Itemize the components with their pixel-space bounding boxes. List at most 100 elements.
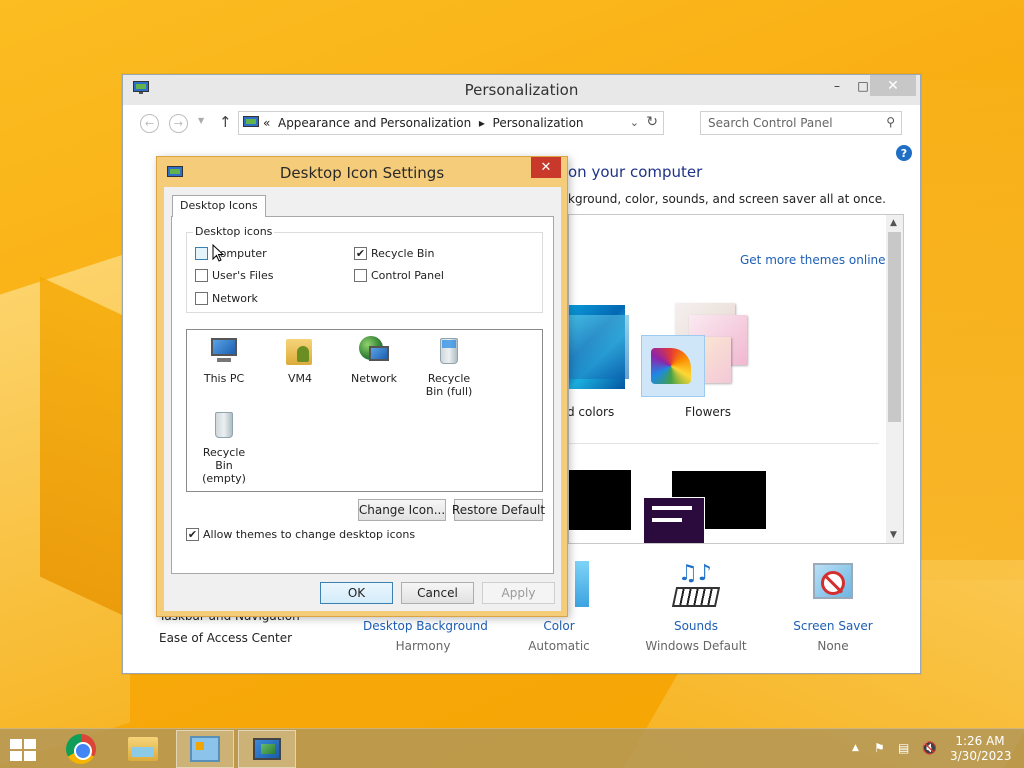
section-divider [569,443,879,444]
get-more-themes-link[interactable]: Get more themes online [740,253,886,267]
dialog-close-button[interactable]: ✕ [531,157,561,178]
show-hidden-icons[interactable]: ▲ [852,743,859,753]
screen-saver-item[interactable]: Screen Saver None [787,561,879,653]
icon-recycle-bin-empty[interactable]: Recycle Bin (empty) [189,408,259,485]
users-files-checkbox[interactable]: User's Files [195,269,273,282]
dialog-title: Desktop Icon Settings [279,164,445,182]
checkbox-box[interactable]: ✔ [354,247,367,260]
desktop-icons-list[interactable]: This PC VM4 Network Recycle Bin (full) R… [186,329,543,492]
music-note-icon: ♫♪ [678,561,712,586]
search-icon[interactable]: ⚲ [886,115,895,129]
chrome-icon [66,734,96,764]
checkbox-label: Allow themes to change desktop icons [203,528,416,541]
breadcrumb-arrow-icon[interactable]: ▸ [479,116,485,130]
screen-saver-link[interactable]: Screen Saver [787,619,879,633]
refresh-icon[interactable]: ↻ [646,114,658,130]
color-swatch [575,561,589,607]
scroll-up-icon[interactable]: ▲ [890,218,897,228]
themes-list[interactable]: Get more themes online d colors Flowers … [568,214,904,544]
icon-user-folder[interactable]: VM4 [265,334,335,385]
breadcrumb-appearance[interactable]: Appearance and Personalization [278,116,471,130]
screen-saver-icon [807,561,859,613]
close-button[interactable]: ✕ [870,75,916,96]
scroll-down-icon[interactable]: ▼ [890,530,897,540]
taskbar-personalization[interactable] [238,730,296,768]
icon-recycle-bin-full[interactable]: Recycle Bin (full) [414,334,484,398]
search-box[interactable]: Search Control Panel ⚲ [700,111,902,135]
start-button[interactable] [10,739,38,761]
monitor-base [217,358,231,362]
breadcrumb-personalization[interactable]: Personalization [493,116,584,130]
checkbox-label: Control Panel [371,269,444,282]
window-title: Personalization [464,81,579,99]
computer-checkbox[interactable]: Computer [195,247,267,260]
apply-button[interactable]: Apply [482,582,555,604]
color-link[interactable]: Color [519,619,599,633]
high-contrast-theme[interactable] [569,470,631,530]
recycle-bin-checkbox[interactable]: ✔ Recycle Bin [354,247,434,260]
cancel-button[interactable]: Cancel [401,582,474,604]
high-contrast-theme-preview[interactable] [643,497,705,543]
volume-muted-icon[interactable]: 🔇 [922,741,937,755]
up-button[interactable]: ↑ [219,113,232,131]
help-icon[interactable]: ? [896,145,912,161]
network-icon [357,334,391,368]
address-bar[interactable]: « Appearance and Personalization ▸ Perso… [238,111,664,135]
sounds-icon: ♫♪ [670,561,722,613]
checkbox-box[interactable] [354,269,367,282]
taskbar-control-panel[interactable] [176,730,234,768]
control-panel-checkbox[interactable]: Control Panel [354,269,444,282]
icon-this-pc[interactable]: This PC [189,334,259,385]
taskbar-file-explorer[interactable] [114,730,172,768]
network-checkbox[interactable]: Network [195,292,258,305]
checkbox-label: Network [212,292,258,305]
allow-themes-checkbox[interactable]: ✔ Allow themes to change desktop icons [186,528,415,541]
icon-label: VM4 [287,372,312,385]
monitor-shape [211,338,237,356]
restore-default-button[interactable]: Restore Default [452,499,545,521]
desktop-background-link[interactable]: Desktop Background [363,619,488,633]
icon-network[interactable]: Network [339,334,409,385]
icon-label: Recycle Bin (full) [425,372,473,398]
recycle-bin-full-icon [432,334,466,368]
control-panel-icon [243,116,259,127]
address-dropdown-icon[interactable]: ⌄ [630,116,639,129]
themes-scrollbar[interactable]: ▲ ▼ [886,215,903,543]
scroll-thumb[interactable] [888,232,901,422]
group-label: Desktop icons [193,225,275,238]
tab-desktop-icons[interactable]: Desktop Icons [172,195,266,217]
checkbox-box[interactable] [195,269,208,282]
user-folder-icon [283,334,317,368]
action-center-flag-icon[interactable]: ⚑ [874,741,885,755]
checkbox-box[interactable]: ✔ [186,528,199,541]
change-icon-button[interactable]: Change Icon... [358,499,446,521]
search-input[interactable]: Search Control Panel [708,116,833,130]
checkbox-label: Recycle Bin [371,247,435,260]
back-button[interactable]: ← [140,114,159,133]
taskbar-clock[interactable]: 1:26 AM 3/30/2023 [950,734,1012,764]
network-status-icon[interactable]: ▤ [898,741,909,755]
window-titlebar[interactable]: Personalization – □ ✕ [123,75,920,105]
preview-line [652,518,682,522]
checkbox-box[interactable] [195,247,208,260]
no-symbol-icon [821,571,845,595]
breadcrumb-overflow[interactable]: « [263,116,270,130]
windows-logo-icon [24,739,36,749]
ok-button[interactable]: OK [320,582,393,604]
minimize-button[interactable]: – [824,75,850,96]
color-palette-icon [651,348,691,384]
sounds-link[interactable]: Sounds [643,619,749,633]
file-explorer-icon [128,737,158,761]
forward-button[interactable]: → [169,114,188,133]
ease-of-access-link[interactable]: Ease of Access Center [159,631,300,645]
sounds-item[interactable]: ♫♪ Sounds Windows Default [643,561,749,653]
icon-label: Network [351,372,397,385]
theme-label-flowers: Flowers [685,405,731,419]
screen-saver-value: None [817,639,849,653]
recent-locations-icon[interactable]: ▼ [198,116,204,125]
user-shape [297,346,309,362]
bin-shape [215,412,233,438]
sounds-value: Windows Default [645,639,747,653]
taskbar-chrome[interactable] [52,730,110,768]
checkbox-box[interactable] [195,292,208,305]
